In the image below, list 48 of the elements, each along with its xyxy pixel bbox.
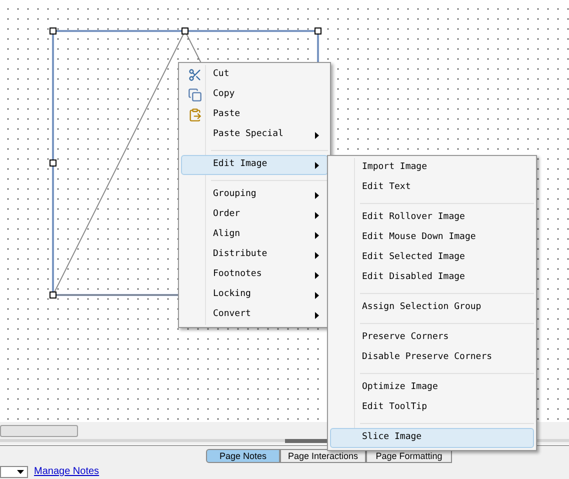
copy-icon: [188, 88, 202, 102]
caret-icon: [315, 212, 319, 218]
caret-icon: [315, 272, 319, 278]
menu-item[interactable]: Copy: [181, 85, 328, 105]
menu-item[interactable]: Edit Disabled Image: [330, 268, 534, 288]
menu-item[interactable]: Import Image: [330, 158, 534, 178]
menu-item[interactable]: Optimize Image: [330, 378, 534, 398]
menu-item[interactable]: Paste: [181, 105, 328, 125]
resize-handle[interactable]: [50, 28, 56, 34]
resize-handle[interactable]: [50, 160, 56, 166]
menu-item[interactable]: Locking: [181, 285, 328, 305]
caret-icon: [315, 312, 319, 318]
menu-item[interactable]: Preserve Corners: [330, 328, 534, 348]
clipboard-icon: [188, 108, 202, 122]
menu-item[interactable]: Edit Rollover Image: [330, 208, 534, 228]
menu-item[interactable]: Edit Text: [330, 178, 534, 198]
menu-item[interactable]: Edit Mouse Down Image: [330, 228, 534, 248]
caret-icon: [315, 192, 319, 198]
resize-handle[interactable]: [314, 28, 322, 34]
scissors-icon: [188, 68, 202, 82]
menu-item[interactable]: Paste Special: [181, 125, 328, 145]
resize-handle[interactable]: [50, 292, 56, 298]
caret-icon: [315, 132, 319, 138]
menu-item[interactable]: Slice Image: [330, 428, 534, 448]
caret-icon: [315, 232, 319, 238]
caret-icon: [315, 162, 319, 168]
scroll-indicator[interactable]: [285, 439, 330, 444]
dropdown[interactable]: [0, 466, 28, 478]
scrollbar-thumb[interactable]: [0, 425, 78, 438]
menu-item[interactable]: Convert: [181, 305, 328, 325]
menu-item[interactable]: Edit ToolTip: [330, 398, 534, 418]
menu-item[interactable]: Order: [181, 205, 328, 225]
menu-item[interactable]: Footnotes: [181, 265, 328, 285]
menu-item[interactable]: Edit Image: [181, 155, 328, 175]
caret-icon: [315, 252, 319, 258]
caret-icon: [315, 292, 319, 298]
tab[interactable]: Page Interactions: [280, 449, 366, 464]
dropdown-arrow-icon: [17, 470, 24, 474]
menu-item[interactable]: Assign Selection Group: [330, 298, 534, 318]
menu-item[interactable]: Align: [181, 225, 328, 245]
menu-item[interactable]: Distribute: [181, 245, 328, 265]
manage-notes-link[interactable]: Manage Notes: [34, 464, 100, 479]
menu-item[interactable]: Grouping: [181, 185, 328, 205]
resize-handle[interactable]: [182, 28, 188, 34]
menu-item[interactable]: Edit Selected Image: [330, 248, 534, 268]
menu-item[interactable]: Disable Preserve Corners: [330, 348, 534, 368]
menu-item[interactable]: Cut: [181, 65, 328, 85]
tab[interactable]: Page Notes: [206, 449, 280, 464]
